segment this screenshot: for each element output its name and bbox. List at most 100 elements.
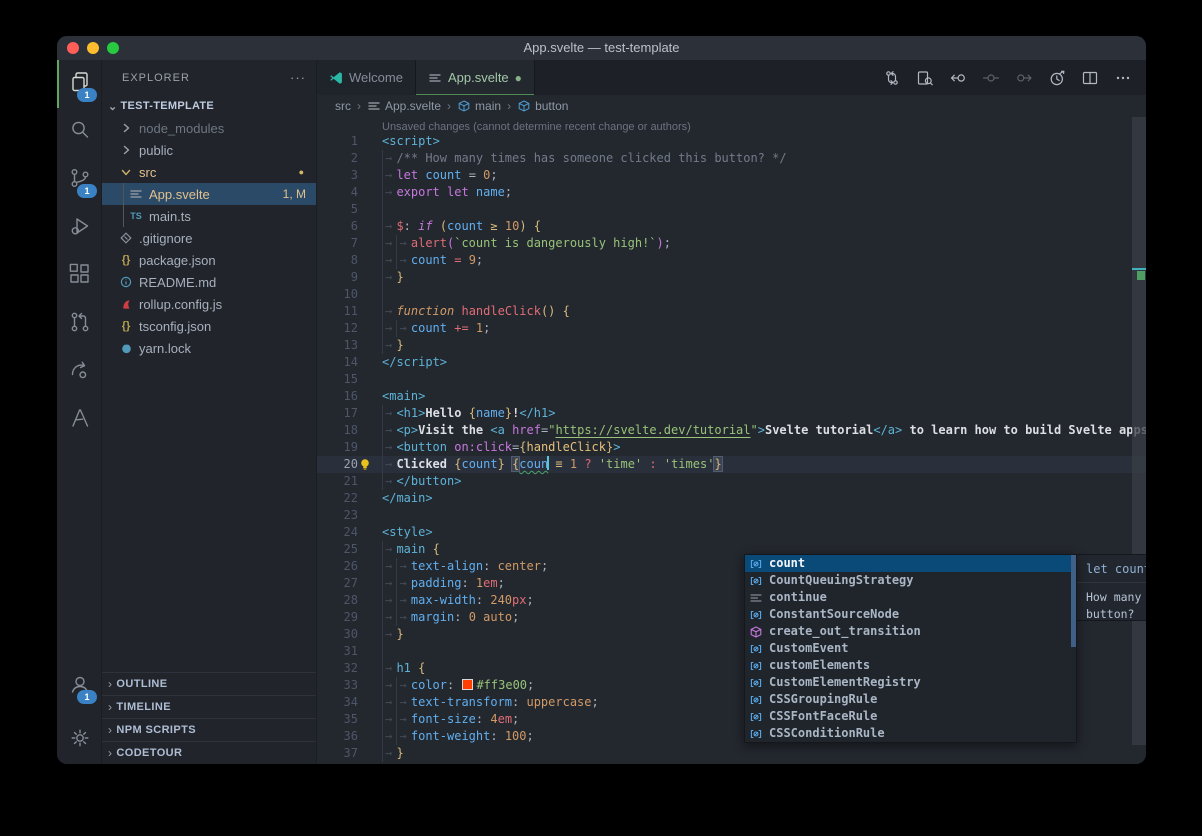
lightbulb-icon[interactable] (359, 458, 371, 471)
code-line-13[interactable]: 13→ } (317, 337, 1146, 354)
zoom-window-button[interactable] (107, 42, 119, 54)
file-label: tsconfig.json (139, 319, 211, 334)
line-content: </main> (373, 490, 433, 507)
activity-bar-item-search[interactable] (57, 108, 101, 156)
suggest-item-customevent[interactable]: CustomEvent (745, 640, 1076, 657)
sidebar-section-npm-scripts[interactable]: ›NPM SCRIPTS (102, 718, 316, 741)
line-number: 6 (317, 218, 373, 235)
suggest-item-count[interactable]: count (745, 555, 1076, 572)
line-content: → } (373, 269, 404, 286)
code-line-6[interactable]: 6→ $: if (count ≥ 10) { (317, 218, 1146, 235)
file-history-icon[interactable] (1044, 66, 1070, 90)
explorer-more-actions-icon[interactable]: ··· (290, 70, 306, 85)
file-row-yarn-lock[interactable]: yarn.lock (102, 337, 316, 359)
code-line-17[interactable]: 17→ <h1>Hello {name}!</h1> (317, 405, 1146, 422)
code-line-9[interactable]: 9→ } (317, 269, 1146, 286)
code-line-19[interactable]: 19→ <button on:click={handleClick}> (317, 439, 1146, 456)
breadcrumb-item-main[interactable]: main (457, 99, 501, 113)
breadcrumb-item-button[interactable]: button (517, 99, 568, 113)
info-file-icon (118, 274, 134, 290)
code-line-20[interactable]: 20→ Clicked {count} {coun ≡ 1 ? 'time' :… (317, 456, 1146, 473)
editor-scrollbar[interactable] (1132, 117, 1146, 745)
go-back-circle-icon[interactable] (945, 66, 971, 90)
suggest-item-customelements[interactable]: customElements (745, 657, 1076, 674)
compare-branches-icon[interactable] (879, 66, 905, 90)
activity-bar-item-settings[interactable] (57, 716, 101, 764)
activity-bar-item-source-control[interactable]: 1 (57, 156, 101, 204)
code-editor[interactable]: Unsaved changes (cannot determine recent… (317, 117, 1146, 764)
suggest-item-cssconditionrule[interactable]: CSSConditionRule (745, 725, 1076, 742)
previous-change-icon[interactable] (978, 66, 1004, 90)
file-row-package-json[interactable]: {}package.json (102, 249, 316, 271)
sidebar-section-timeline[interactable]: ›TIMELINE (102, 695, 316, 718)
minimize-window-button[interactable] (87, 42, 99, 54)
code-line-10[interactable]: 10 (317, 286, 1146, 303)
code-line-12[interactable]: 12→ → count += 1; (317, 320, 1146, 337)
code-line-4[interactable]: 4→ export let name; (317, 184, 1146, 201)
suggest-item-countqueuingstrategy[interactable]: CountQueuingStrategy (745, 572, 1076, 589)
suggest-item-cssgroupingrule[interactable]: CSSGroupingRule (745, 691, 1076, 708)
sidebar-section-outline[interactable]: ›OUTLINE (102, 672, 316, 695)
code-line-8[interactable]: 8→ → count = 9; (317, 252, 1146, 269)
file-row--gitignore[interactable]: .gitignore (102, 227, 316, 249)
breadcrumb: src›App.svelte›main›button (317, 95, 1146, 117)
file-row-app-svelte[interactable]: App.svelte1, M (102, 183, 316, 205)
code-line-14[interactable]: 14</script> (317, 354, 1146, 371)
suggest-item-continue[interactable]: continue (745, 589, 1076, 606)
code-line-3[interactable]: 3→ let count = 0; (317, 167, 1146, 184)
activity-bar-item-extensions[interactable] (57, 252, 101, 300)
tab-app-svelte[interactable]: App.svelte● (416, 60, 535, 95)
file-row-public[interactable]: public (102, 139, 316, 161)
code-line-11[interactable]: 11→ function handleClick() { (317, 303, 1146, 320)
titlebar: App.svelte — test-template (57, 36, 1146, 60)
code-line-2[interactable]: 2→ /** How many times has someone clicke… (317, 150, 1146, 167)
file-row-node-modules[interactable]: node_modules (102, 117, 316, 139)
suggest-label: CustomElementRegistry (769, 674, 921, 691)
sidebar-section-codetour[interactable]: ›CODETOUR (102, 741, 316, 764)
suggest-item-constantsourcenode[interactable]: ConstantSourceNode (745, 606, 1076, 623)
close-window-button[interactable] (67, 42, 79, 54)
activity-bar-item-explorer[interactable]: 1 (57, 60, 101, 108)
next-change-icon[interactable] (1011, 66, 1037, 90)
file-row-src[interactable]: src● (102, 161, 316, 183)
suggest-item-create_out_transition[interactable]: create_out_transition (745, 623, 1076, 640)
chevron-right-icon: › (108, 700, 112, 714)
open-changes-icon[interactable] (912, 66, 938, 90)
code-line-18[interactable]: 18→ <p>Visit the <a href="https://svelte… (317, 422, 1146, 439)
code-line-24[interactable]: 24<style> (317, 524, 1146, 541)
suggest-item-cssfontfacerule[interactable]: CSSFontFaceRule (745, 708, 1076, 725)
more-actions-icon[interactable] (1110, 66, 1136, 90)
file-row-main-ts[interactable]: TSmain.ts (102, 205, 316, 227)
suggest-item-customelementregistry[interactable]: CustomElementRegistry (745, 674, 1076, 691)
code-line-23[interactable]: 23 (317, 507, 1146, 524)
line-number: 1 (317, 133, 373, 150)
code-line-16[interactable]: 16<main> (317, 388, 1146, 405)
line-number: 5 (317, 201, 373, 218)
editor-actions (879, 60, 1136, 95)
tab-welcome[interactable]: Welcome (317, 60, 416, 95)
suggest-scrollbar[interactable] (1071, 555, 1076, 647)
breadcrumb-item-app-svelte[interactable]: App.svelte (367, 99, 441, 113)
code-line-7[interactable]: 7→ → alert(`count is dangerously high!`)… (317, 235, 1146, 252)
code-line-37[interactable]: 37→ } (317, 745, 1146, 762)
line-number: 14 (317, 354, 373, 371)
code-line-15[interactable]: 15 (317, 371, 1146, 388)
activity-bar-item-azure[interactable] (57, 396, 101, 444)
breadcrumb-item-src[interactable]: src (335, 99, 351, 113)
activity-bar-item-run-debug[interactable] (57, 204, 101, 252)
activity-bar-item-account[interactable]: 1 (57, 662, 101, 710)
code-line-21[interactable]: 21→ </button> (317, 473, 1146, 490)
split-editor-icon[interactable] (1077, 66, 1103, 90)
file-row-readme-md[interactable]: README.md (102, 271, 316, 293)
activity-bar-item-github-pr[interactable] (57, 300, 101, 348)
workspace-root-folder[interactable]: ⌄ TEST-TEMPLATE (102, 95, 316, 117)
code-line-1[interactable]: 1<script> (317, 133, 1146, 150)
file-row-rollup-config-js[interactable]: rollup.config.js (102, 293, 316, 315)
activity-bar-item-live-share[interactable] (57, 348, 101, 396)
code-line-22[interactable]: 22</main> (317, 490, 1146, 507)
section-label: CODETOUR (116, 747, 182, 759)
file-row-tsconfig-json[interactable]: {}tsconfig.json (102, 315, 316, 337)
unsaved-dot-icon[interactable]: ● (515, 72, 522, 84)
code-line-5[interactable]: 5 (317, 201, 1146, 218)
line-number: 18 (317, 422, 373, 439)
